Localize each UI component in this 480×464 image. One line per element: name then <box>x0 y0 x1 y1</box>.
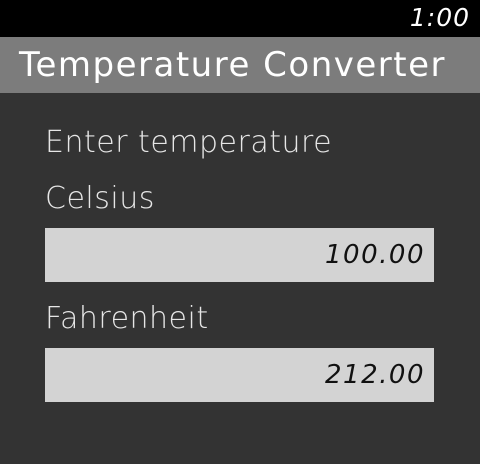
status-time: 1:00 <box>409 3 470 32</box>
instruction-label: Enter temperature <box>45 125 333 160</box>
fahrenheit-field-box <box>45 348 434 402</box>
celsius-input[interactable] <box>45 228 434 282</box>
celsius-label: Celsius <box>45 181 155 216</box>
app-title-bar: Temperature Converter <box>0 37 480 93</box>
app-title: Temperature Converter <box>19 45 447 85</box>
fahrenheit-label: Fahrenheit <box>45 301 209 336</box>
fahrenheit-input[interactable] <box>45 348 434 402</box>
status-bar: 1:00 <box>0 0 480 37</box>
celsius-field-box <box>45 228 434 282</box>
